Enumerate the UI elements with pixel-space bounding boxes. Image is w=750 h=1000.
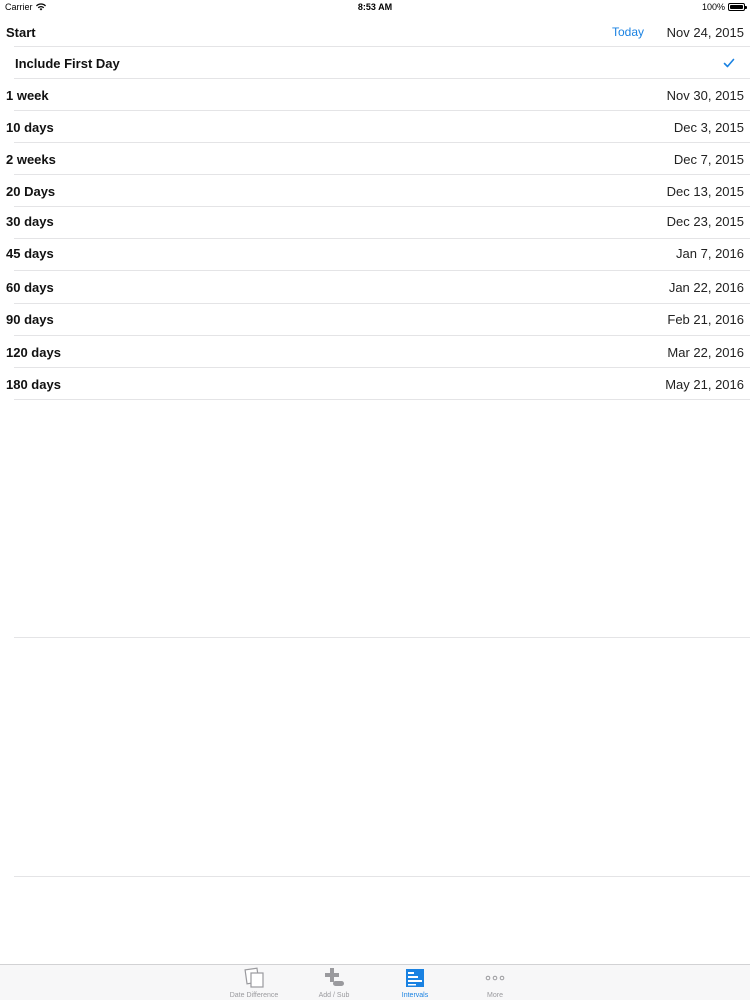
separator	[14, 399, 750, 400]
tab-date-difference[interactable]: Date Difference	[214, 967, 294, 1000]
interval-date: Dec 13, 2015	[666, 183, 744, 199]
interval-label: 120 days	[6, 344, 61, 360]
separator	[14, 110, 750, 111]
status-right: 100%	[701, 2, 747, 12]
start-label: Start	[6, 24, 36, 40]
separator	[14, 367, 750, 368]
interval-label: 45 days	[6, 245, 54, 261]
interval-date: May 21, 2016	[665, 376, 744, 392]
interval-row-1-week[interactable]: 1 week Nov 30, 2015	[0, 81, 750, 109]
tab-more[interactable]: More	[455, 967, 535, 1000]
interval-label: 90 days	[6, 311, 54, 327]
include-first-day-row[interactable]: Include First Day	[0, 49, 750, 77]
start-date[interactable]: Nov 24, 2015	[667, 25, 744, 40]
separator	[14, 303, 750, 304]
interval-label: 60 days	[6, 279, 54, 295]
checkmark-icon	[723, 58, 735, 68]
tab-add-sub[interactable]: Add / Sub	[294, 967, 374, 1000]
interval-row-10-days[interactable]: 10 days Dec 3, 2015	[0, 113, 750, 141]
interval-date: Feb 21, 2016	[667, 311, 744, 327]
interval-label: 20 Days	[6, 183, 56, 199]
start-row: Start Today Nov 24, 2015	[0, 19, 750, 45]
interval-row-180-days[interactable]: 180 days May 21, 2016	[0, 370, 750, 398]
tab-label: More	[487, 992, 503, 999]
battery-percent: 100%	[701, 2, 725, 12]
interval-date: Dec 3, 2015	[673, 119, 744, 135]
interval-row-20-days[interactable]: 20 Days Dec 13, 2015	[0, 177, 750, 205]
more-icon	[484, 967, 506, 989]
today-button[interactable]: Today	[612, 25, 644, 39]
separator	[14, 142, 750, 143]
separator	[14, 335, 750, 336]
interval-date: Jan 7, 2016	[676, 245, 744, 261]
interval-date: Dec 23, 2015	[666, 213, 744, 229]
interval-row-90-days[interactable]: 90 days Feb 21, 2016	[0, 305, 750, 333]
add-sub-icon	[323, 967, 345, 989]
interval-row-2-weeks[interactable]: 2 weeks Dec 7, 2015	[0, 145, 750, 173]
interval-row-45-days[interactable]: 45 days Jan 7, 2016	[0, 239, 750, 267]
status-bar: Carrier 8:53 AM 100%	[0, 0, 750, 15]
intervals-icon	[404, 967, 426, 989]
interval-date: Mar 22, 2016	[667, 344, 744, 360]
battery-icon	[728, 3, 747, 11]
separator	[14, 78, 750, 79]
tab-label: Date Difference	[229, 992, 279, 999]
interval-label: 1 week	[6, 87, 49, 103]
tab-bar: Date Difference Add / Sub Intervals More	[0, 964, 750, 1000]
date-difference-icon	[243, 967, 265, 989]
tab-label: Intervals	[401, 992, 429, 999]
tab-label: Add / Sub	[318, 992, 350, 999]
tab-intervals[interactable]: Intervals	[375, 967, 455, 1000]
separator	[14, 174, 750, 175]
interval-date: Jan 22, 2016	[668, 279, 744, 295]
interval-row-120-days[interactable]: 120 days Mar 22, 2016	[0, 338, 750, 366]
interval-label: 30 days	[6, 213, 54, 229]
interval-date: Dec 7, 2015	[673, 151, 744, 167]
separator	[14, 876, 750, 877]
interval-label: 180 days	[6, 376, 61, 392]
status-time: 8:53 AM	[357, 2, 393, 12]
interval-label: 10 days	[6, 119, 54, 135]
separator	[14, 637, 750, 638]
interval-row-60-days[interactable]: 60 days Jan 22, 2016	[0, 273, 750, 301]
include-first-day-label: Include First Day	[15, 55, 120, 71]
interval-row-30-days[interactable]: 30 days Dec 23, 2015	[0, 207, 750, 235]
interval-date: Nov 30, 2015	[666, 87, 744, 103]
interval-label: 2 weeks	[6, 151, 56, 167]
separator	[14, 270, 750, 271]
separator	[14, 46, 750, 47]
